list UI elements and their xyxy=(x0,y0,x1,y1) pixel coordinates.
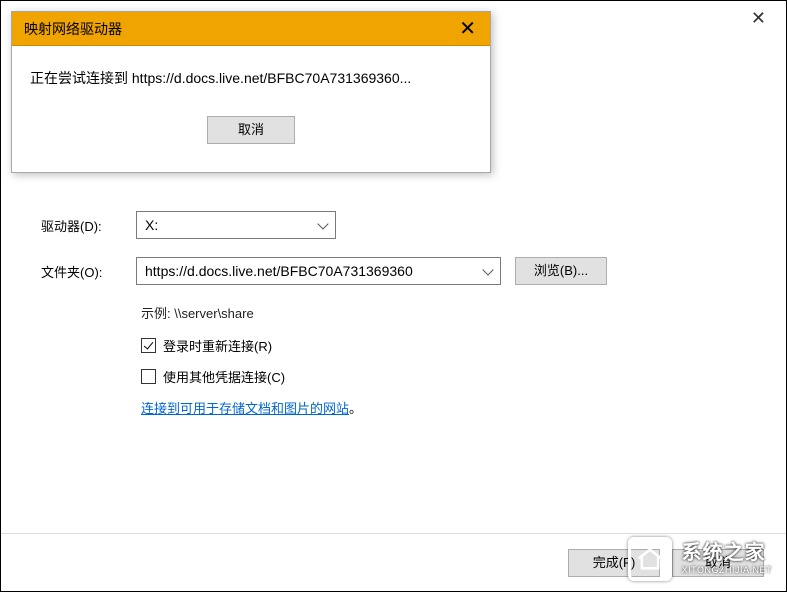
example-text: 示例: \\server\share xyxy=(141,303,756,322)
folder-value: https://d.docs.live.net/BFBC70A731369360 xyxy=(145,263,413,279)
wizard-cancel-button[interactable]: 取消 xyxy=(672,549,764,577)
drive-row: 驱动器(D): X: xyxy=(41,211,756,239)
wizard-footer: 完成(F) 取消 xyxy=(1,533,786,591)
dialog-cancel-button[interactable]: 取消 xyxy=(207,116,295,144)
reconnect-checkbox[interactable] xyxy=(141,338,156,353)
connect-website-link[interactable]: 连接到可用于存储文档和图片的网站 xyxy=(141,401,349,416)
chevron-down-icon xyxy=(482,265,494,277)
website-link-line: 连接到可用于存储文档和图片的网站。 xyxy=(141,398,756,417)
drive-combobox[interactable]: X: xyxy=(136,211,336,239)
dialog-body: 正在尝试连接到 https://d.docs.live.net/BFBC70A7… xyxy=(12,46,490,172)
dialog-message: 正在尝试连接到 https://d.docs.live.net/BFBC70A7… xyxy=(30,68,472,88)
options-block: 示例: \\server\share 登录时重新连接(R) 使用其他凭据连接(C… xyxy=(141,303,756,417)
folder-label: 文件夹(O): xyxy=(41,262,136,281)
folder-combobox[interactable]: https://d.docs.live.net/BFBC70A731369360 xyxy=(136,257,501,285)
drive-value: X: xyxy=(145,217,158,233)
dialog-titlebar: 映射网络驱动器 ✕ xyxy=(12,12,490,46)
dialog-button-row: 取消 xyxy=(30,116,472,144)
drive-label: 驱动器(D): xyxy=(41,216,136,235)
link-period: 。 xyxy=(349,401,362,416)
wizard-form: 驱动器(D): X: 文件夹(O): https://d.docs.live.n… xyxy=(41,211,756,417)
othercred-checkbox[interactable] xyxy=(141,369,156,384)
folder-row: 文件夹(O): https://d.docs.live.net/BFBC70A7… xyxy=(41,257,756,285)
othercred-label: 使用其他凭据连接(C) xyxy=(163,367,285,386)
browse-button[interactable]: 浏览(B)... xyxy=(515,257,607,285)
chevron-down-icon xyxy=(317,219,329,231)
window-close-button[interactable]: ✕ xyxy=(741,5,776,31)
othercred-row: 使用其他凭据连接(C) xyxy=(141,367,756,386)
finish-button[interactable]: 完成(F) xyxy=(568,549,660,577)
dialog-close-button[interactable]: ✕ xyxy=(453,19,482,39)
reconnect-row: 登录时重新连接(R) xyxy=(141,336,756,355)
connecting-dialog: 映射网络驱动器 ✕ 正在尝试连接到 https://d.docs.live.ne… xyxy=(11,11,491,173)
dialog-title: 映射网络驱动器 xyxy=(24,19,122,39)
reconnect-label: 登录时重新连接(R) xyxy=(163,336,272,355)
